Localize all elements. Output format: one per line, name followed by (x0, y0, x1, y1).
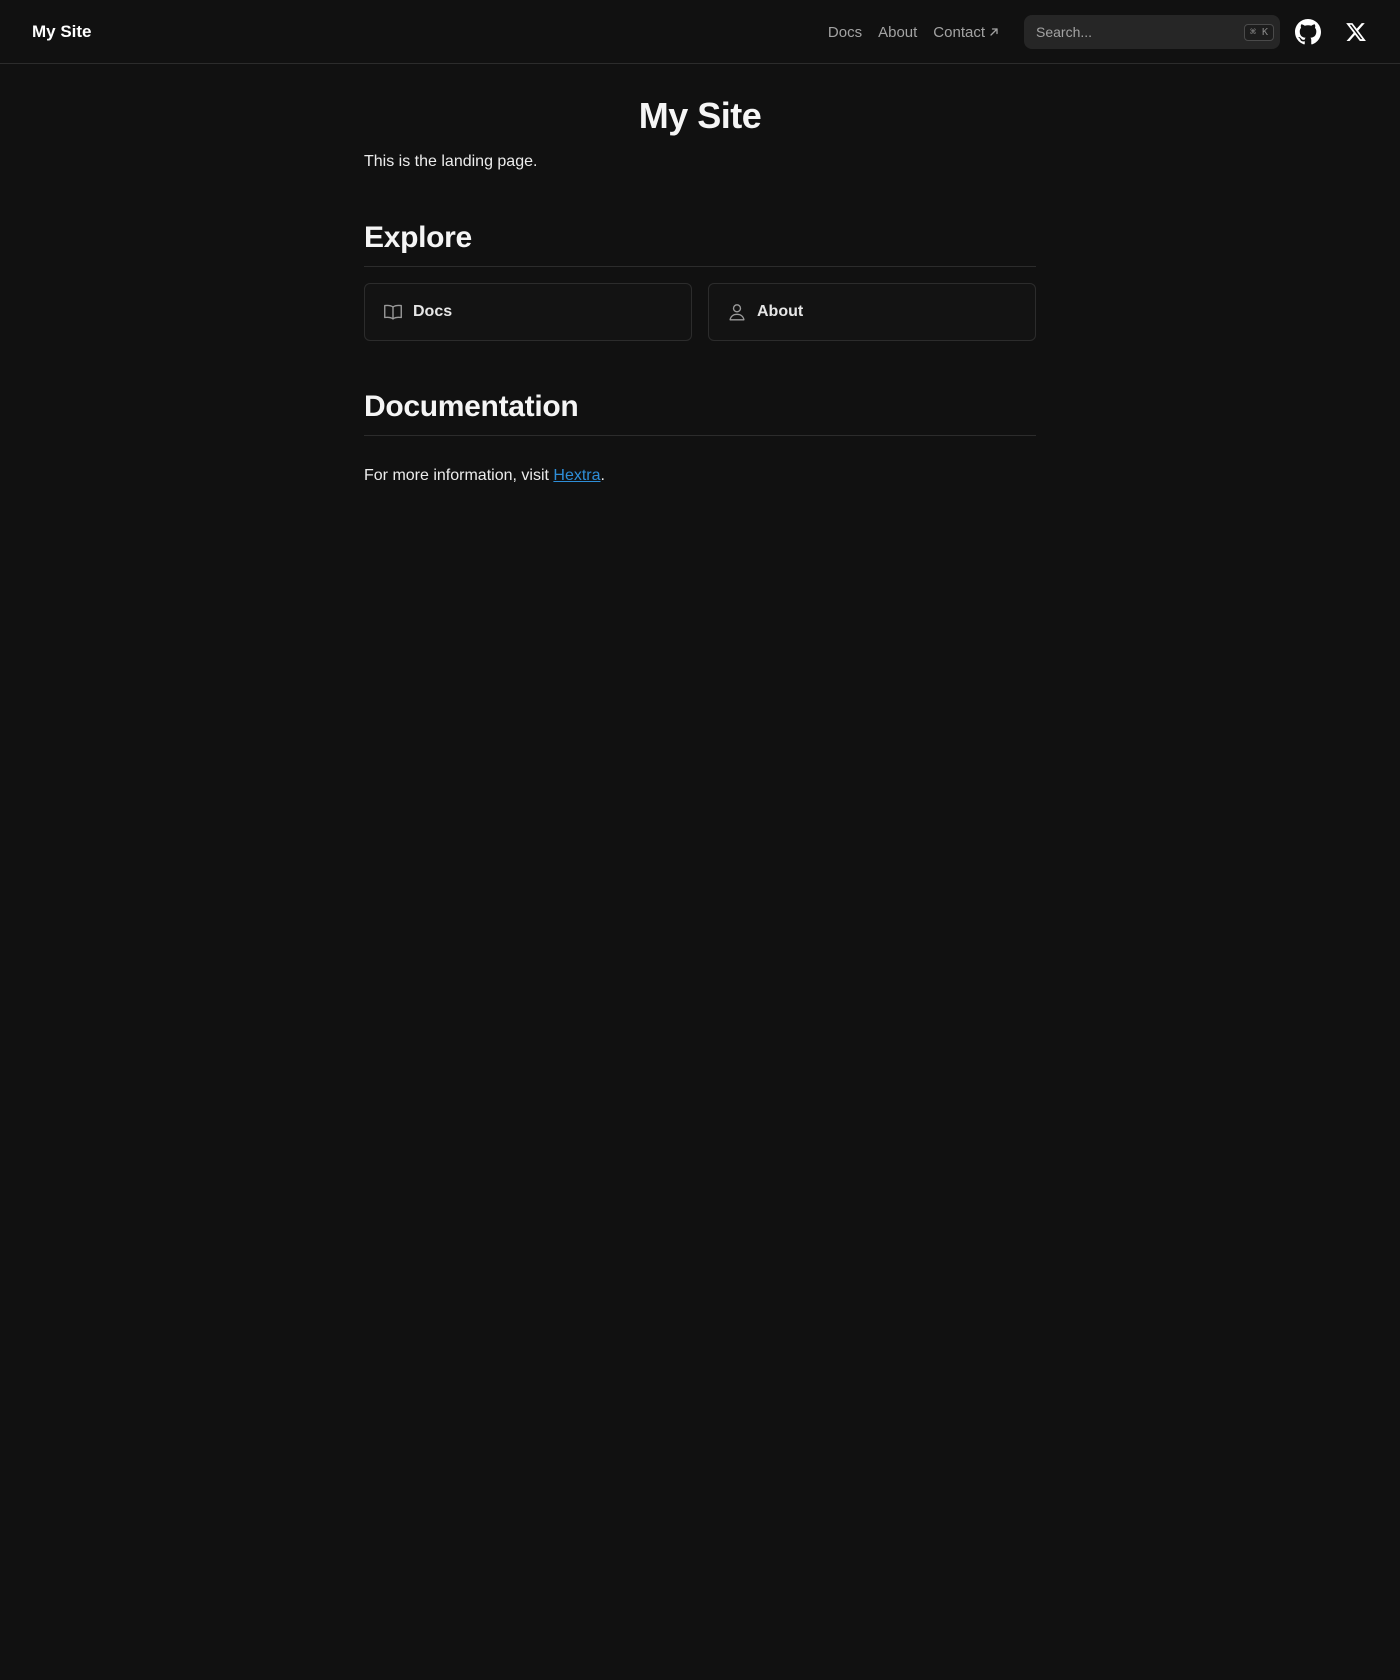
user-icon (725, 300, 749, 324)
search-box[interactable]: ⌘ K (1024, 15, 1280, 49)
nav-links: Docs About Contact (828, 0, 1000, 64)
github-icon[interactable] (1292, 16, 1324, 48)
card-docs[interactable]: Docs (364, 283, 692, 341)
site-brand[interactable]: My Site (32, 0, 92, 64)
nav-link-contact[interactable]: Contact (933, 24, 1000, 41)
explore-heading: Explore (364, 218, 1036, 267)
page-title: My Site (638, 95, 762, 136)
card-about-label: About (757, 303, 804, 320)
book-open-icon (381, 300, 405, 324)
info-text-after: . (600, 467, 605, 484)
external-link-icon (988, 26, 1000, 38)
nav-link-contact-label: Contact (933, 23, 985, 41)
hextra-link[interactable]: Hextra (553, 467, 600, 484)
info-text-before: For more information, visit (364, 467, 554, 484)
card-about[interactable]: About (708, 283, 1036, 341)
main-content: My Site This is the landing page. Explor… (364, 64, 1036, 488)
search-shortcut-hint: ⌘ K (1243, 23, 1274, 41)
search-input[interactable] (1036, 15, 1244, 49)
nav-link-docs[interactable]: Docs (828, 24, 862, 41)
top-navbar: My Site Docs About Contact ⌘ K (0, 0, 1400, 64)
documentation-info: For more information, visit Hextra. (364, 464, 1036, 488)
landing-description: This is the landing page. (364, 153, 538, 170)
nav-link-about[interactable]: About (878, 24, 917, 41)
card-docs-label: Docs (413, 303, 453, 320)
x-icon[interactable] (1340, 16, 1372, 48)
documentation-heading: Documentation (364, 387, 1036, 436)
explore-cards: Docs About (364, 283, 1036, 341)
